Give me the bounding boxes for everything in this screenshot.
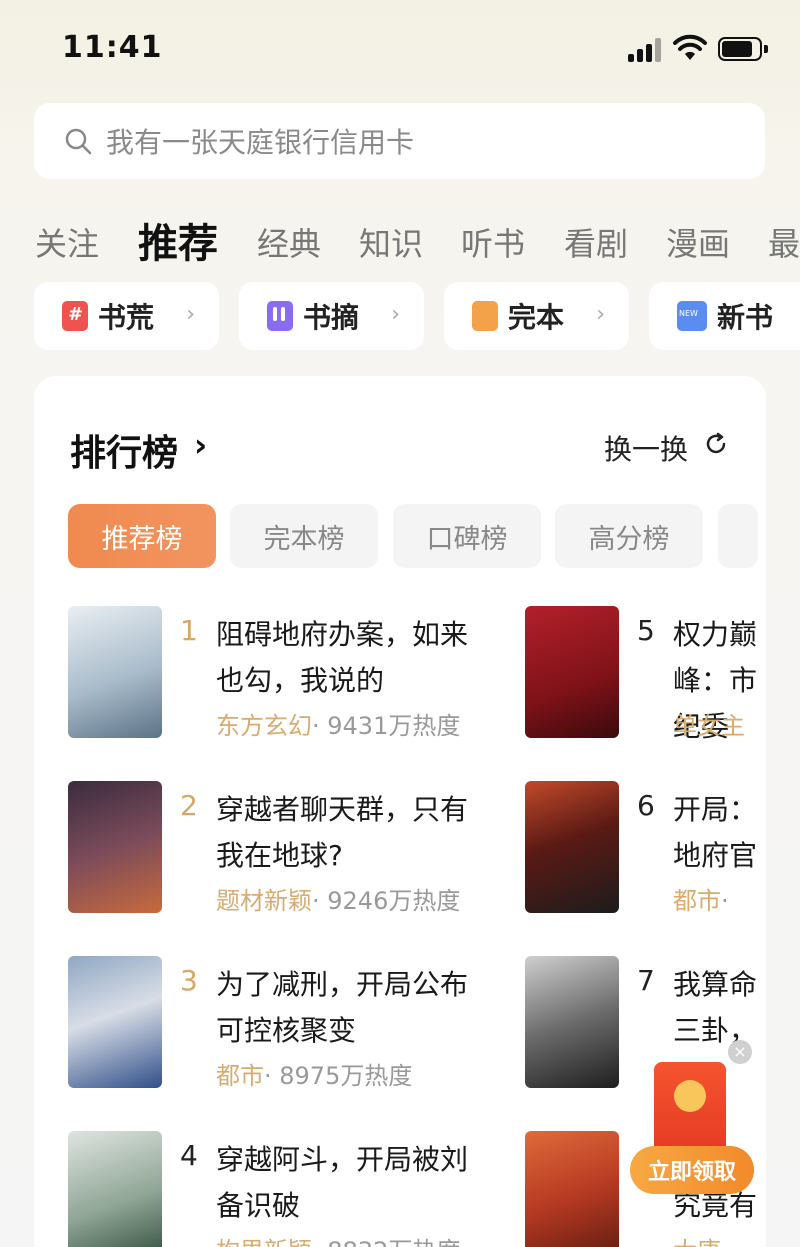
book-title: 开局：地府官 — [673, 793, 758, 872]
book-cover — [525, 1131, 619, 1247]
clock: 11:41 — [62, 30, 163, 65]
tab-follow[interactable]: 关注 — [35, 219, 99, 265]
chevron-right-icon: › — [186, 302, 195, 327]
book-title: 穿越阿斗，开局被刘备识破 — [216, 1143, 469, 1222]
book-cover — [68, 1131, 162, 1247]
category-tabs: 关注 推荐 经典 知识 听书 看剧 漫画 最 — [0, 205, 800, 275]
book-meta: 大唐 — [673, 1231, 721, 1247]
tab-recommend-list[interactable]: 推荐榜 — [68, 504, 216, 568]
book-item[interactable]: 6 开局：地府官 都市· — [525, 781, 766, 921]
tab-high-score-list[interactable]: 高分榜 — [555, 504, 703, 568]
search-bar[interactable]: 我有一张天庭银行信用卡 — [34, 103, 765, 179]
chevron-right-icon[interactable]: › — [194, 426, 207, 464]
tab-reputation-list[interactable]: 口碑榜 — [393, 504, 541, 568]
book-cover — [525, 606, 619, 738]
battery-icon — [718, 37, 768, 61]
tab-knowledge[interactable]: 知识 — [359, 219, 423, 265]
tab-completed-list[interactable]: 完本榜 — [230, 504, 378, 568]
search-icon — [65, 128, 92, 155]
tab-audiobook[interactable]: 听书 — [461, 219, 525, 265]
status-bar: 11:41 — [0, 0, 800, 100]
bookmark-icon — [472, 301, 498, 331]
chip-book-shortage[interactable]: # 书荒 › — [34, 282, 219, 350]
hash-tag-icon: # — [62, 301, 88, 331]
book-cover — [68, 781, 162, 913]
chip-label: 书荒 — [98, 301, 155, 334]
book-rank: 6 — [637, 789, 655, 822]
chevron-right-icon: › — [391, 302, 400, 327]
book-rank: 2 — [180, 789, 198, 822]
book-cover — [68, 956, 162, 1088]
book-title: 阻碍地府办案，如来也勾，我说的 — [216, 618, 469, 697]
wifi-icon — [673, 34, 707, 60]
book-title: 我算命三卦， — [673, 968, 758, 1047]
chip-new-books[interactable]: NEW 新书 — [649, 282, 800, 350]
book-rank: 4 — [180, 1139, 198, 1172]
book-item[interactable]: 1 阻碍地府办案，如来也勾，我说的 东方玄幻· 9431万热度 — [68, 606, 488, 746]
book-title: 穿越者聊天群，只有我在地球? — [216, 793, 469, 872]
tab-more[interactable]: 最 — [768, 219, 800, 265]
book-cover — [525, 956, 619, 1088]
book-title: 为了减刑，开局公布可控核聚变 — [216, 968, 469, 1047]
chip-label: 书摘 — [303, 301, 360, 334]
chevron-right-icon: › — [596, 302, 605, 327]
book-cover — [68, 606, 162, 738]
refresh-icon[interactable] — [704, 432, 728, 456]
book-item[interactable]: 7 我算命三卦， — [525, 956, 766, 1096]
chip-label: 新书 — [717, 301, 774, 334]
refresh-button[interactable]: 换一换 — [604, 428, 688, 468]
book-rank: 3 — [180, 964, 198, 997]
book-meta: 题材新颖· 9246万热度 — [216, 887, 461, 915]
book-meta: 构思新颖· 8832万热度 — [216, 1231, 460, 1247]
close-icon[interactable]: × — [728, 1040, 752, 1064]
ranking-type-tabs: 推荐榜 完本榜 口碑榜 高分榜 — [68, 504, 766, 568]
tab-classic[interactable]: 经典 — [257, 219, 321, 265]
book-item[interactable]: 4 穿越阿斗，开局被刘备识破 构思新颖· 8832万热度 — [68, 1131, 488, 1247]
ranking-title[interactable]: 排行榜 — [70, 424, 178, 476]
quick-chips: # 书荒 › 书摘 › 完本 › NEW 新书 — [0, 282, 800, 350]
tab-comics[interactable]: 漫画 — [666, 219, 730, 265]
quote-icon — [267, 301, 293, 331]
book-item[interactable]: 5 权力巅峰：市纪委 单女主 — [525, 606, 766, 746]
book-item[interactable]: 2 穿越者聊天群，只有我在地球? 题材新颖· 9246万热度 — [68, 781, 488, 921]
tab-more-list[interactable] — [718, 504, 758, 568]
book-meta: 单女主 — [673, 712, 745, 740]
cellular-signal-icon — [628, 38, 662, 62]
new-flag-icon: NEW — [677, 301, 707, 331]
claim-button[interactable]: 立即领取 — [630, 1146, 754, 1194]
book-meta: 都市· 8975万热度 — [216, 1062, 413, 1090]
red-packet-icon[interactable] — [654, 1062, 726, 1154]
chip-excerpts[interactable]: 书摘 › — [239, 282, 424, 350]
chip-completed[interactable]: 完本 › — [444, 282, 629, 350]
search-placeholder: 我有一张天庭银行信用卡 — [106, 126, 415, 159]
chip-label: 完本 — [508, 301, 565, 334]
book-meta: 东方玄幻· 9431万热度 — [216, 712, 461, 740]
book-meta: 都市· — [673, 887, 729, 915]
book-item[interactable]: 3 为了减刑，开局公布可控核聚变 都市· 8975万热度 — [68, 956, 488, 1096]
tab-drama[interactable]: 看剧 — [564, 219, 628, 265]
book-rank: 5 — [637, 614, 655, 647]
book-rank: 7 — [637, 964, 655, 997]
tab-recommend[interactable]: 推荐 — [138, 211, 218, 269]
book-cover — [525, 781, 619, 913]
book-rank: 1 — [180, 614, 198, 647]
